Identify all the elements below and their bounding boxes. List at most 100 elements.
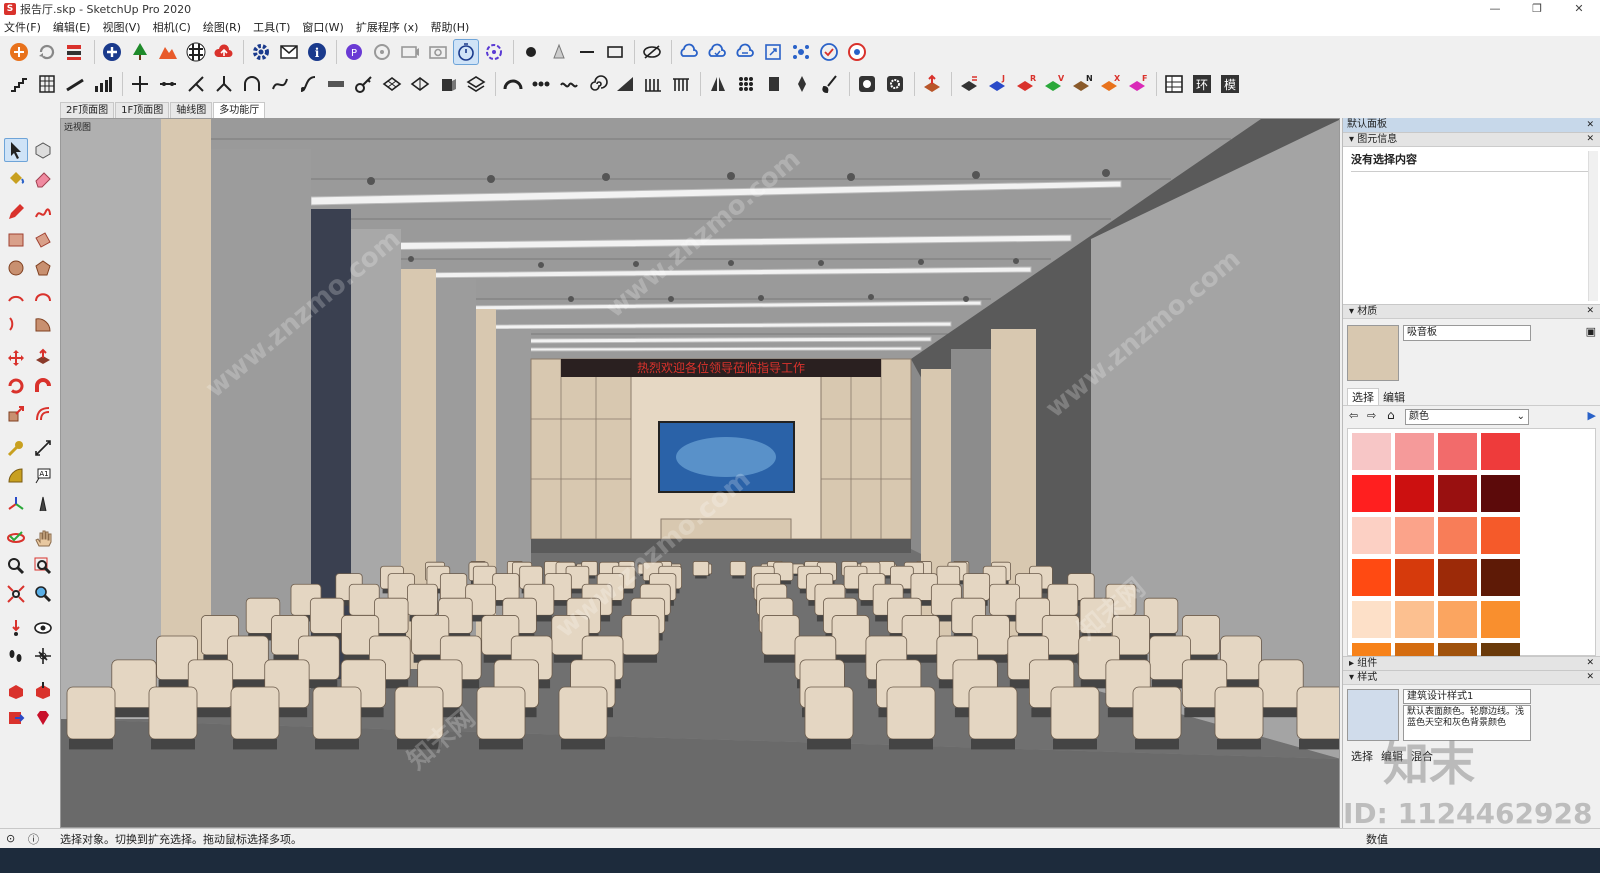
push-box-button[interactable] (435, 71, 461, 97)
ruby-tool[interactable] (31, 706, 55, 730)
select-tool[interactable] (4, 138, 28, 162)
refresh-button[interactable] (34, 39, 60, 65)
block-r-button[interactable]: R (1012, 71, 1038, 97)
close-icon[interactable]: ✕ (1586, 305, 1594, 318)
paint-tool[interactable] (4, 166, 28, 190)
warehouse-tool[interactable] (4, 678, 28, 702)
walk-tool[interactable] (4, 644, 28, 668)
fork-button[interactable] (211, 71, 237, 97)
color-swatch[interactable] (1352, 517, 1391, 554)
grid-button[interactable] (34, 71, 60, 97)
cloud-sync-button[interactable] (704, 39, 730, 65)
rectangle-button[interactable] (602, 39, 628, 65)
color-swatch[interactable] (1481, 517, 1520, 554)
color-swatch[interactable] (1438, 517, 1477, 554)
point-button[interactable] (518, 39, 544, 65)
offset-tool[interactable] (31, 402, 55, 426)
dimension-tool[interactable] (31, 436, 55, 460)
styles-header[interactable]: ▾ 样式 ✕ (1343, 670, 1600, 684)
material-swatch-preview[interactable] (1347, 325, 1399, 381)
tab-1f-ceiling[interactable]: 1F顶面图 (115, 102, 170, 118)
polygon-tool[interactable] (31, 256, 55, 280)
slab-button[interactable] (323, 71, 349, 97)
cone-button[interactable] (546, 39, 572, 65)
line-tool[interactable] (4, 200, 28, 224)
gear-frame-button[interactable] (882, 71, 908, 97)
block-equal-button[interactable] (956, 71, 982, 97)
arc-button[interactable] (500, 71, 526, 97)
cloud-arrow-button[interactable] (732, 39, 758, 65)
tab-select[interactable]: 选择 (1347, 388, 1379, 405)
spiral-button[interactable] (584, 71, 610, 97)
color-swatch[interactable] (1352, 601, 1391, 638)
menu-view[interactable]: 视图(V) (102, 19, 140, 35)
look-around-tool[interactable] (31, 616, 55, 640)
send-layout-tool[interactable] (4, 706, 28, 730)
expand-button[interactable] (760, 39, 786, 65)
frame-button[interactable] (854, 71, 880, 97)
pie-tool[interactable] (31, 312, 55, 336)
move-tool[interactable] (4, 346, 28, 370)
tab-style-select[interactable]: 选择 (1347, 748, 1377, 764)
freehand-tool[interactable] (31, 200, 55, 224)
color-swatch[interactable] (1438, 559, 1477, 596)
color-swatch[interactable] (1481, 433, 1520, 470)
branch-button[interactable] (183, 71, 209, 97)
info-button[interactable]: i (304, 39, 330, 65)
chrome-button[interactable] (844, 39, 870, 65)
info-circle-icon[interactable]: ⓘ (28, 831, 39, 847)
block-f-button[interactable]: F (1124, 71, 1150, 97)
checker-button[interactable] (183, 39, 209, 65)
zoom-window-tool[interactable] (31, 554, 55, 578)
flower-button[interactable] (481, 39, 507, 65)
axes-tool[interactable] (4, 492, 28, 516)
extension-warehouse-button[interactable] (6, 39, 32, 65)
hide-button[interactable] (639, 39, 665, 65)
box-grid-button[interactable] (379, 71, 405, 97)
color-swatch[interactable] (1481, 601, 1520, 638)
block-j-button[interactable]: J (984, 71, 1010, 97)
previous-view-tool[interactable] (31, 582, 55, 606)
menu-edit[interactable]: 编辑(E) (53, 19, 91, 35)
materials-header[interactable]: ▾ 材质 ✕ (1343, 304, 1600, 318)
rotate-tool[interactable] (4, 374, 28, 398)
orbit-tool[interactable] (4, 526, 28, 550)
block-v-button[interactable]: V (1040, 71, 1066, 97)
layer-box-button[interactable] (463, 71, 489, 97)
color-swatch[interactable] (1438, 601, 1477, 638)
menu-camera[interactable]: 相机(C) (153, 19, 191, 35)
style-name-field[interactable]: 建筑设计样式1 (1403, 689, 1531, 704)
tree-button[interactable] (127, 39, 153, 65)
eraser-tool[interactable] (31, 166, 55, 190)
entity-scrollbar[interactable] (1588, 151, 1598, 301)
orbit-button[interactable] (369, 39, 395, 65)
arc-tool[interactable] (4, 284, 28, 308)
protractor-tool[interactable] (4, 464, 28, 488)
mirror-button[interactable] (705, 71, 731, 97)
forward-arrow-icon[interactable]: ⇨ (1367, 409, 1376, 422)
bars-button[interactable] (90, 71, 116, 97)
minimize-button[interactable]: — (1474, 0, 1516, 18)
entity-info-header[interactable]: ▾ 图元信息 ✕ (1343, 132, 1600, 146)
material-name-field[interactable]: 吸音板 (1403, 325, 1531, 341)
curve-button[interactable] (267, 71, 293, 97)
joint-button[interactable] (127, 71, 153, 97)
cloud-link-button[interactable] (676, 39, 702, 65)
timer-button[interactable] (453, 39, 479, 65)
panel-button[interactable] (761, 71, 787, 97)
columns-button[interactable] (668, 71, 694, 97)
menu-tools[interactable]: 工具(T) (253, 19, 290, 35)
color-swatch[interactable] (1438, 475, 1477, 512)
home-icon[interactable]: ⌂ (1387, 408, 1395, 422)
ramp-button[interactable] (62, 71, 88, 97)
components-header[interactable]: ▸ 组件 ✕ (1343, 656, 1600, 670)
comb-button[interactable] (640, 71, 666, 97)
color-swatch[interactable] (1352, 559, 1391, 596)
close-button[interactable]: ✕ (1558, 0, 1600, 18)
add-button[interactable] (99, 39, 125, 65)
menu-file[interactable]: 文件(F) (4, 19, 41, 35)
three-point-arc-tool[interactable] (4, 312, 28, 336)
layers-tool-button[interactable] (62, 39, 88, 65)
two-point-arc-tool[interactable] (31, 284, 55, 308)
tab-edit[interactable]: 编辑 (1379, 389, 1409, 405)
